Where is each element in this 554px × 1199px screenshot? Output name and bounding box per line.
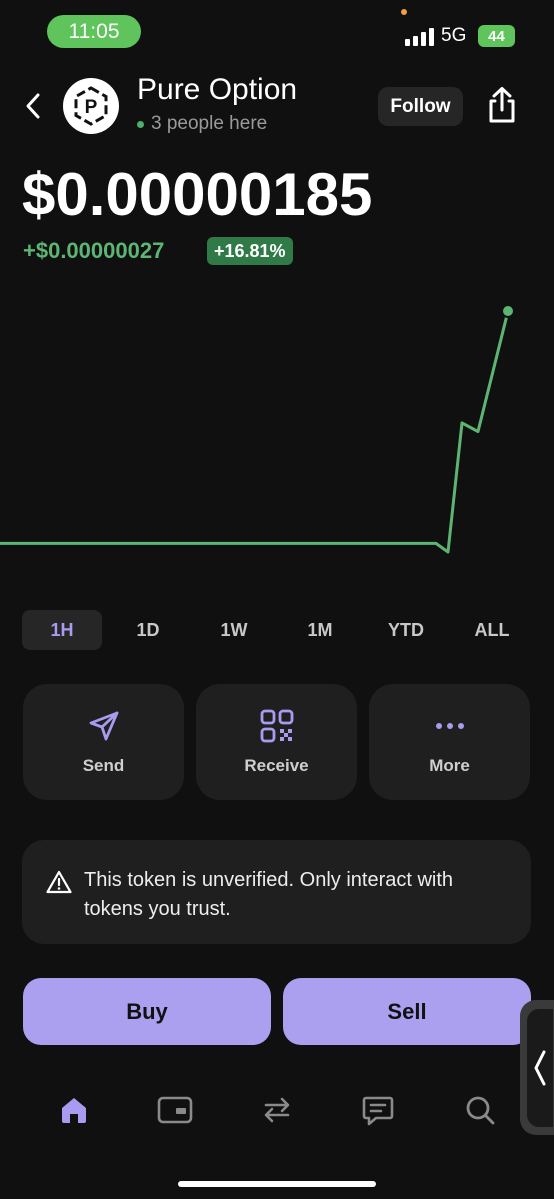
more-dots-icon [435, 723, 464, 729]
back-icon[interactable] [22, 92, 46, 120]
price-change: +$0.00000027 [23, 238, 165, 263]
price-change-percent-badge: +16.81% [207, 237, 293, 265]
unverified-token-warning: This token is unverified. Only interact … [22, 840, 531, 944]
send-button[interactable]: Send [23, 684, 184, 800]
nav-swap-icon[interactable] [257, 1090, 297, 1130]
online-dot [137, 120, 144, 128]
buy-button[interactable]: Buy [23, 978, 271, 1045]
timeframe-tab-all[interactable]: ALL [452, 610, 532, 650]
token-name: Pure Option [137, 73, 298, 106]
timeframe-selector: 1H 1D 1W 1M YTD ALL [22, 610, 532, 650]
send-label: Send [82, 756, 125, 775]
nav-home-icon[interactable] [54, 1090, 94, 1130]
timeframe-tab-ytd[interactable]: YTD [366, 610, 446, 650]
warning-text: This token is unverified. Only interact … [84, 869, 454, 920]
sell-button[interactable]: Sell [283, 978, 531, 1045]
signal-icon [405, 28, 434, 46]
logo-letter: P [85, 97, 98, 118]
token-price: $0.00000185 [22, 161, 373, 228]
timeframe-tab-1d[interactable]: 1D [108, 610, 188, 650]
presence-indicator: 3 people here [137, 113, 267, 135]
presence-text: 3 people here [151, 113, 268, 134]
more-label: More [429, 756, 470, 775]
network-type: 5G [441, 25, 467, 46]
timeframe-tab-1h[interactable]: 1H [22, 610, 102, 650]
timeframe-tab-1m[interactable]: 1M [280, 610, 360, 650]
qr-code-icon [260, 709, 293, 743]
home-indicator[interactable] [178, 1181, 376, 1187]
nav-search-icon[interactable] [460, 1090, 500, 1130]
price-line [0, 310, 510, 554]
follow-button[interactable]: Follow [378, 87, 463, 126]
timeframe-tab-1w[interactable]: 1W [194, 610, 274, 650]
nav-chat-icon[interactable] [358, 1090, 398, 1130]
side-panel-handle[interactable] [520, 1000, 554, 1135]
battery-level: 44 [488, 27, 505, 45]
price-line-endpoint [501, 304, 515, 318]
send-icon [89, 711, 118, 741]
price-chart[interactable] [0, 290, 554, 580]
token-logo: P [63, 78, 119, 134]
share-icon[interactable] [485, 86, 519, 124]
battery-icon: 44 [478, 25, 515, 47]
receive-label: Receive [244, 756, 309, 775]
nav-wallet-icon[interactable] [155, 1090, 195, 1130]
privacy-indicator-dot [401, 9, 407, 15]
status-time: 11:05 [47, 15, 141, 48]
receive-button[interactable]: Receive [196, 684, 357, 800]
warning-icon [46, 870, 72, 894]
chevron-left-icon [534, 1050, 546, 1085]
more-button[interactable]: More [369, 684, 530, 800]
